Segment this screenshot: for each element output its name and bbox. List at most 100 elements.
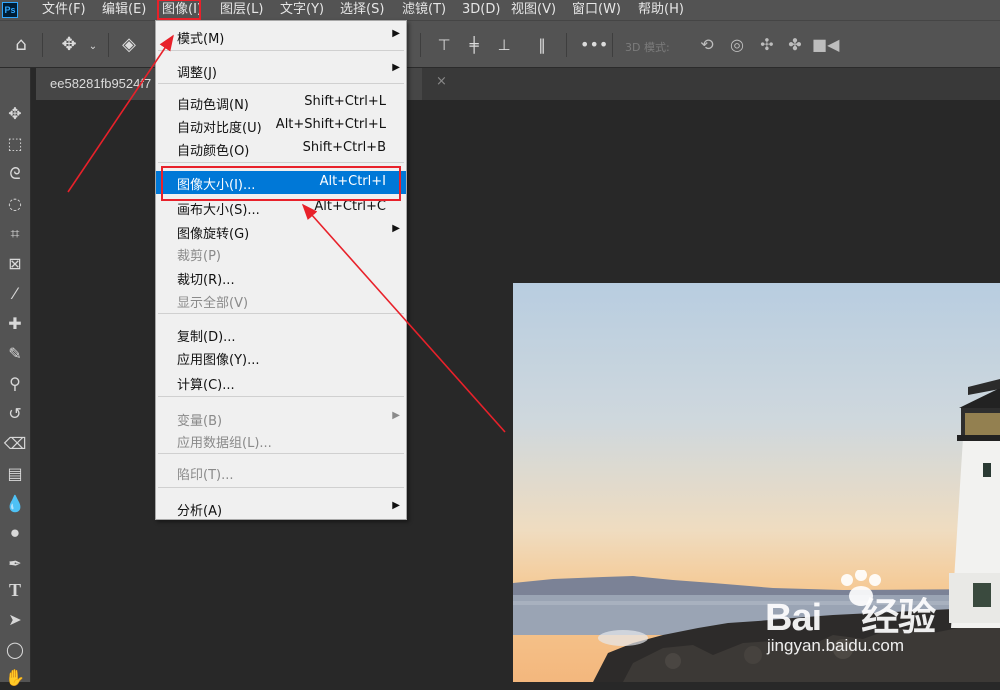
baidu-watermark: Bai 经验 jingyan.baidu.com: [765, 570, 965, 665]
menu-item-auto-color[interactable]: 自动颜色(O) Shift+Ctrl+B: [156, 137, 406, 160]
menu-item-shortcut: Alt+Shift+Ctrl+L: [275, 117, 386, 132]
eraser-icon[interactable]: ⌫: [2, 432, 28, 456]
menu-item-image-size[interactable]: 图像大小(I)... Alt+Ctrl+I: [156, 171, 406, 194]
menu-item-canvas-size[interactable]: 画布大小(S)... Alt+Ctrl+C: [156, 196, 406, 219]
menu-window[interactable]: 窗口(W): [572, 0, 621, 20]
3d-slide-icon[interactable]: ✤: [784, 35, 806, 55]
menu-item-shortcut: Shift+Ctrl+B: [302, 140, 386, 155]
history-brush-icon[interactable]: ↺: [2, 402, 28, 426]
align-bottom-icon[interactable]: ⊥: [494, 35, 514, 55]
menu-3d[interactable]: 3D(D): [462, 0, 500, 20]
menu-item-label: 模式(M): [177, 32, 225, 47]
menu-edit[interactable]: 编辑(E): [102, 0, 146, 20]
dodge-icon[interactable]: ⚫: [2, 522, 28, 546]
menu-select[interactable]: 选择(S): [340, 0, 384, 20]
menu-file[interactable]: 文件(F): [42, 0, 86, 20]
menu-item-label: 图像旋转(G): [177, 227, 250, 242]
menu-separator: [158, 83, 404, 84]
image-menu-dropdown: 模式(M) ▶ 调整(J) ▶ 自动色调(N) Shift+Ctrl+L 自动对比度(U) A…: [155, 20, 407, 520]
brush-icon[interactable]: ✎: [2, 342, 28, 366]
home-icon[interactable]: ⌂: [10, 35, 32, 55]
watermark-url: jingyan.baidu.com: [767, 636, 905, 655]
menu-item-auto-tone[interactable]: 自动色调(N) Shift+Ctrl+L: [156, 91, 406, 114]
options-bar: ⌂ ✥ ⌄ ◈ ⊤ ╪ ⊥ ‖ ••• 3D 模式: ⟲ ◎ ✣ ✤ ■◀: [0, 20, 1000, 68]
menu-separator: [158, 162, 404, 163]
3d-orbit-icon[interactable]: ⟲: [696, 35, 718, 55]
menu-item-label: 裁剪(P): [177, 249, 221, 264]
menu-view[interactable]: 视图(V): [511, 0, 556, 20]
menu-bar: Ps 文件(F) 编辑(E) 图像(I) 图层(L) 文字(Y) 选择(S) 滤…: [0, 0, 1000, 20]
menu-item-apply-image[interactable]: 应用图像(Y)...: [156, 346, 406, 369]
3d-camera-icon[interactable]: ■◀: [812, 35, 839, 55]
menu-item-label: 裁切(R)...: [177, 273, 235, 288]
more-options-icon[interactable]: •••: [580, 35, 608, 55]
quick-select-icon[interactable]: ◌: [2, 192, 28, 216]
menu-item-label: 应用图像(Y)...: [177, 353, 260, 368]
menu-item-label: 应用数据组(L)...: [177, 436, 272, 451]
auto-select-layer-icon[interactable]: ◈: [118, 35, 140, 55]
crop-icon[interactable]: ⌗: [2, 222, 28, 246]
menu-item-label: 调整(J): [177, 66, 217, 81]
menu-item-label: 分析(A): [177, 504, 223, 519]
menu-separator: [158, 396, 404, 397]
3d-pan-icon[interactable]: ✣: [756, 35, 778, 55]
tab-close-icon[interactable]: ×: [436, 74, 447, 89]
menu-item-variables: 变量(B) ▶: [156, 407, 406, 430]
path-select-icon[interactable]: ➤: [2, 608, 28, 632]
menu-item-reveal-all: 显示全部(V): [156, 289, 406, 312]
menu-item-auto-contrast[interactable]: 自动对比度(U) Alt+Shift+Ctrl+L: [156, 114, 406, 137]
blur-icon[interactable]: 💧: [2, 492, 28, 516]
menu-type[interactable]: 文字(Y): [280, 0, 324, 20]
lasso-icon[interactable]: ᘓ: [2, 162, 28, 186]
align-vertical-center-icon[interactable]: ╪: [464, 35, 484, 55]
ellipse-icon[interactable]: ◯: [2, 638, 28, 662]
menu-item-shortcut: Shift+Ctrl+L: [304, 94, 386, 109]
menu-item-label: 复制(D)...: [177, 330, 236, 345]
frame-icon[interactable]: ⊠: [2, 252, 28, 276]
menu-item-label: 图像大小(I)...: [177, 178, 256, 193]
menu-item-label: 显示全部(V): [177, 296, 249, 311]
move-tool-icon[interactable]: ✥: [58, 35, 80, 55]
menu-separator: [158, 487, 404, 488]
menu-item-shortcut: Alt+Ctrl+C: [314, 199, 386, 214]
photoshop-logo-icon: Ps: [2, 2, 18, 18]
align-top-icon[interactable]: ⊤: [434, 35, 454, 55]
submenu-arrow-icon: ▶: [392, 500, 400, 511]
menu-image[interactable]: 图像(I): [162, 0, 202, 20]
gradient-icon[interactable]: ▤: [2, 462, 28, 486]
healing-brush-icon[interactable]: ✚: [2, 312, 28, 336]
menu-separator: [158, 313, 404, 314]
distribute-icon[interactable]: ‖: [532, 35, 552, 55]
menu-item-label: 变量(B): [177, 414, 223, 429]
menu-item-label: 计算(C)...: [177, 378, 235, 393]
menu-item-label: 自动颜色(O): [177, 144, 250, 159]
menu-filter[interactable]: 滤镜(T): [402, 0, 446, 20]
menu-item-mode[interactable]: 模式(M) ▶: [156, 25, 406, 48]
menu-help[interactable]: 帮助(H): [638, 0, 684, 20]
menu-item-label: 陷印(T)...: [177, 468, 234, 483]
menu-item-image-rotation[interactable]: 图像旋转(G) ▶: [156, 220, 406, 243]
submenu-arrow-icon: ▶: [392, 28, 400, 39]
menu-layer[interactable]: 图层(L): [220, 0, 263, 20]
marquee-icon[interactable]: ⬚: [2, 132, 28, 156]
menu-item-calculations[interactable]: 计算(C)...: [156, 371, 406, 394]
menu-item-duplicate[interactable]: 复制(D)...: [156, 323, 406, 346]
3d-mode-label: 3D 模式:: [625, 41, 670, 54]
menu-item-label: 自动对比度(U): [177, 121, 262, 136]
3d-roll-icon[interactable]: ◎: [726, 35, 748, 55]
menu-item-adjustments[interactable]: 调整(J) ▶: [156, 59, 406, 82]
submenu-arrow-icon: ▶: [392, 62, 400, 73]
menu-item-apply-data-set: 应用数据组(L)...: [156, 429, 406, 452]
type-tool-icon[interactable]: T: [2, 578, 28, 602]
menu-item-analysis[interactable]: 分析(A) ▶: [156, 497, 406, 520]
move-icon[interactable]: ✥: [2, 102, 28, 126]
pen-icon[interactable]: ✒: [2, 552, 28, 576]
chevron-down-icon[interactable]: ⌄: [86, 37, 100, 57]
clone-stamp-icon[interactable]: ⚲: [2, 372, 28, 396]
watermark-brand: Bai 经验: [765, 597, 936, 639]
menu-item-trap: 陷印(T)...: [156, 461, 406, 484]
hand-icon[interactable]: ✋: [2, 666, 28, 690]
submenu-arrow-icon: ▶: [392, 410, 400, 421]
menu-item-trim[interactable]: 裁切(R)...: [156, 266, 406, 289]
eyedropper-icon[interactable]: ⁄: [2, 282, 28, 306]
